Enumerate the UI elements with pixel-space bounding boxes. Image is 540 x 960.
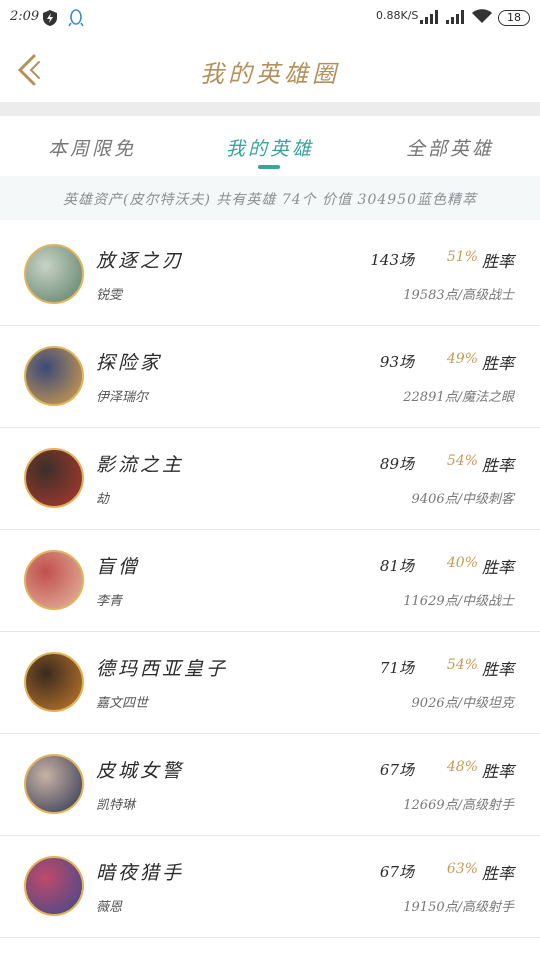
win-rate: 40% [446, 555, 478, 571]
games-played: 67场 [379, 863, 414, 881]
tab-my-heroes[interactable]: 我的英雄 [226, 134, 314, 161]
win-rate-label: 胜率 [481, 660, 514, 679]
section-divider [0, 102, 540, 116]
hero-avatar [24, 550, 84, 610]
games-played: 71场 [379, 659, 414, 677]
mastery-points: 19150点/高级射手 [403, 900, 514, 915]
hero-avatar [24, 346, 84, 406]
hero-title: 放逐之刃 [96, 250, 185, 272]
status-time: 2:09 [10, 9, 40, 24]
network-speed: 0.88K/S [376, 9, 419, 22]
games-played: 81场 [379, 557, 414, 575]
hero-title: 探险家 [96, 352, 163, 374]
tab-weekly-free[interactable]: 本周限免 [48, 134, 136, 161]
mastery-points: 12669点/高级射手 [403, 798, 514, 813]
hero-row[interactable]: 探险家伊泽瑞尔 93场 49% 胜率 22891点/魔法之眼 [0, 326, 540, 428]
qq-penguin-icon [68, 9, 84, 31]
hero-avatar [24, 244, 84, 304]
mastery-points: 11629点/中级战士 [403, 594, 514, 609]
signal-icon-2 [446, 9, 464, 28]
win-rate-label: 胜率 [481, 354, 514, 373]
shield-bolt-icon [42, 9, 58, 31]
hero-avatar [24, 448, 84, 508]
hero-title: 皮城女警 [96, 760, 185, 782]
win-rate-label: 胜率 [481, 456, 514, 475]
win-rate: 63% [446, 861, 478, 877]
hero-row[interactable]: 影流之主劫 89场 54% 胜率 9406点/中级刺客 [0, 428, 540, 530]
hero-avatar [24, 856, 84, 916]
active-tab-indicator [258, 165, 280, 169]
hero-row[interactable]: 盲僧李青 81场 40% 胜率 11629点/中级战士 [0, 530, 540, 632]
win-rate-label: 胜率 [481, 864, 514, 883]
status-bar: 2:09 0.88K/S 18 [0, 0, 540, 36]
hero-title: 影流之主 [96, 454, 185, 476]
battery-indicator: 18 [498, 10, 530, 26]
win-rate: 51% [446, 249, 478, 265]
tab-bar: 本周限免 我的英雄 全部英雄 [0, 116, 540, 176]
app-header: 我的英雄圈 [0, 36, 540, 102]
hero-title: 盲僧 [96, 556, 141, 578]
hero-name: 伊泽瑞尔 [96, 390, 149, 405]
games-played: 143场 [370, 251, 414, 269]
win-rate: 54% [446, 453, 478, 469]
hero-name: 李青 [96, 594, 123, 609]
win-rate-label: 胜率 [481, 558, 514, 577]
hero-row[interactable]: 放逐之刃锐雯 143场 51% 胜率 19583点/高级战士 [0, 224, 540, 326]
win-rate-label: 胜率 [481, 762, 514, 781]
tab-all-heroes[interactable]: 全部英雄 [406, 134, 494, 161]
mastery-points: 22891点/魔法之眼 [403, 390, 514, 405]
hero-row[interactable]: 暗夜猎手薇恩 67场 63% 胜率 19150点/高级射手 [0, 836, 540, 938]
hero-title: 德玛西亚皇子 [96, 658, 229, 680]
games-played: 67场 [379, 761, 414, 779]
games-played: 89场 [379, 455, 414, 473]
hero-row[interactable]: 德玛西亚皇子嘉文四世 71场 54% 胜率 9026点/中级坦克 [0, 632, 540, 734]
hero-assets-bar: 英雄资产(皮尔特沃夫) 共有英雄 74个 价值 304950蓝色精萃 [0, 176, 540, 220]
wifi-icon [472, 9, 492, 28]
win-rate: 48% [446, 759, 478, 775]
page-title: 我的英雄圈 [200, 60, 340, 88]
hero-name: 锐雯 [96, 288, 123, 303]
hero-name: 嘉文四世 [96, 696, 149, 711]
win-rate: 49% [446, 351, 478, 367]
win-rate: 54% [446, 657, 478, 673]
hero-list: 放逐之刃 锐雯 143场 51% 胜率 19583点/高级战士 探险家 伊泽瑞尔 93场 49% 胜… [0, 224, 540, 938]
hero-name: 薇恩 [96, 900, 123, 915]
games-played: 93场 [379, 353, 414, 371]
mastery-points: 9026点/中级坦克 [411, 696, 514, 711]
win-rate-label: 胜率 [481, 252, 514, 271]
hero-name: 凯特琳 [96, 798, 136, 813]
hero-row[interactable]: 皮城女警凯特琳 67场 48% 胜率 12669点/高级射手 [0, 734, 540, 836]
hero-avatar [24, 754, 84, 814]
hero-name: 劫 [96, 492, 110, 507]
mastery-points: 19583点/高级战士 [403, 288, 514, 303]
mastery-points: 9406点/中级刺客 [411, 492, 514, 507]
hero-title: 暗夜猎手 [96, 862, 185, 884]
hero-avatar [24, 652, 84, 712]
signal-icon [420, 9, 438, 28]
hero-assets-text: 英雄资产(皮尔特沃夫) 共有英雄 74个 价值 304950蓝色精萃 [63, 192, 477, 208]
